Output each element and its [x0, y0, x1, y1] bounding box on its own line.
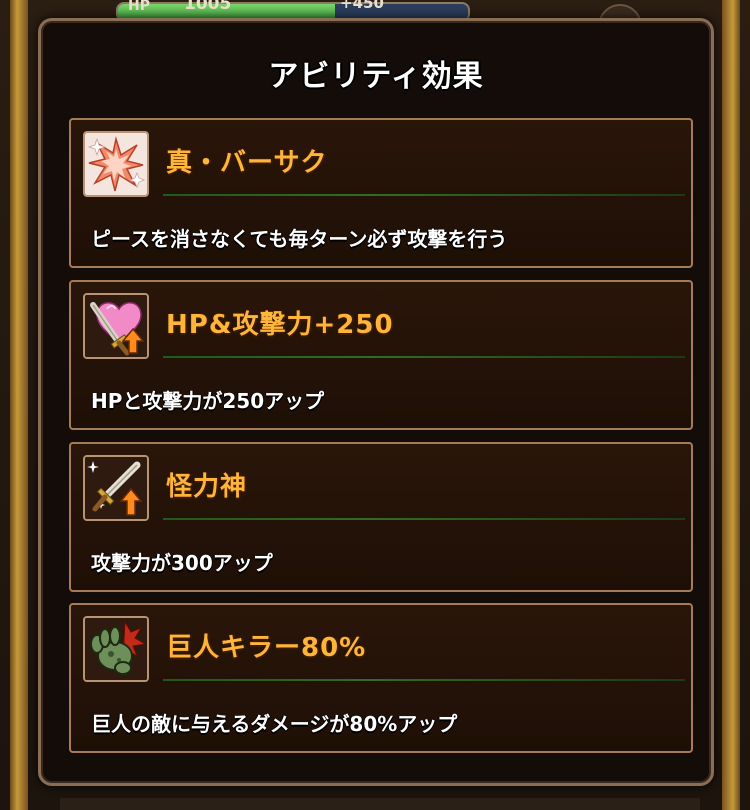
background-frame-right [722, 0, 740, 810]
card-divider [163, 194, 685, 196]
hp-sub-value: +450 [340, 0, 384, 12]
ability-name: 巨人キラー80% [166, 633, 367, 663]
background-bottom-strip [60, 798, 700, 810]
ability-effects-modal[interactable]: アビリティ効果 真・バーサク ピースを消さなくても毎ターン必ず攻撃を行う HP&… [38, 18, 714, 786]
hp-value: 1005 [184, 0, 232, 14]
ability-card: HP&攻撃力+250 HPと攻撃力が250アップ [69, 280, 693, 430]
sword-up-icon [83, 455, 149, 521]
card-divider [163, 518, 685, 520]
hp-label: HP [128, 0, 150, 14]
ability-name: 真・バーサク [166, 148, 328, 178]
heart-sword-up-icon [83, 293, 149, 359]
ability-description: 巨人の敵に与えるダメージが80%アップ [91, 712, 458, 736]
ability-name: 怪力神 [166, 472, 248, 502]
ability-description: ピースを消さなくても毎ターン必ず攻撃を行う [91, 227, 508, 251]
ability-card: 怪力神 攻撃力が300アップ [69, 442, 693, 592]
card-divider [163, 356, 685, 358]
ability-card: 巨人キラー80% 巨人の敵に与えるダメージが80%アップ [69, 603, 693, 753]
ability-name: HP&攻撃力+250 [166, 310, 394, 340]
ability-description: HPと攻撃力が250アップ [91, 389, 325, 413]
modal-title: アビリティ効果 [268, 59, 484, 94]
burst-icon [83, 131, 149, 197]
background-frame-left [10, 0, 28, 810]
giant-hand-icon [83, 616, 149, 682]
card-divider [163, 679, 685, 681]
ability-description: 攻撃力が300アップ [91, 551, 273, 575]
ability-card: 真・バーサク ピースを消さなくても毎ターン必ず攻撃を行う [69, 118, 693, 268]
